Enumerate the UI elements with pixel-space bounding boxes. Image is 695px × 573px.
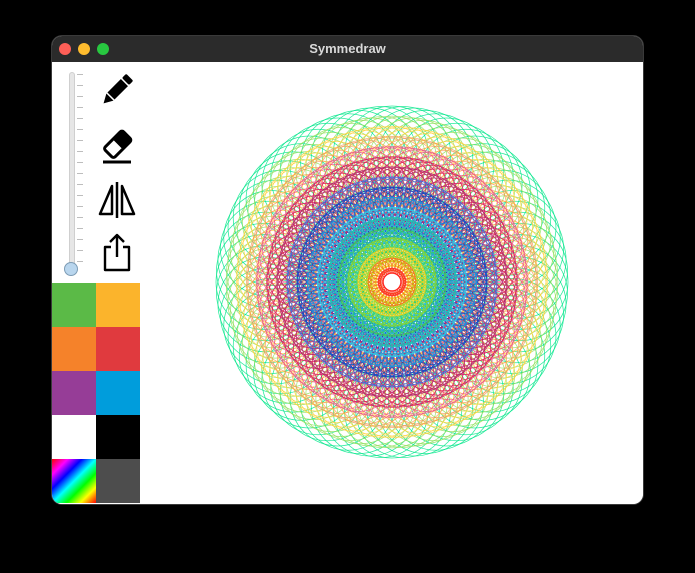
- color-swatch[interactable]: [52, 415, 96, 459]
- color-swatch[interactable]: [96, 459, 140, 503]
- app-window: Symmedraw: [52, 36, 643, 504]
- window-title: Symmedraw: [309, 41, 386, 56]
- color-palette: [52, 283, 140, 504]
- brush-size-slider-thumb[interactable]: [64, 262, 78, 276]
- slider-ticks: [77, 74, 83, 266]
- brush-size-slider[interactable]: [69, 72, 75, 270]
- color-swatch[interactable]: [52, 459, 96, 503]
- color-swatch[interactable]: [52, 371, 96, 415]
- pencil-icon: [103, 74, 133, 104]
- eraser-tool-button[interactable]: [96, 124, 138, 166]
- drawing-canvas[interactable]: [140, 62, 643, 504]
- color-swatch[interactable]: [52, 327, 96, 371]
- eraser-icon: [103, 129, 133, 164]
- color-swatch[interactable]: [52, 283, 96, 327]
- color-swatch[interactable]: [96, 283, 140, 327]
- pencil-tool-button[interactable]: [96, 69, 138, 111]
- color-swatch[interactable]: [96, 415, 140, 459]
- spirograph-drawing: [215, 105, 569, 459]
- share-icon: [103, 233, 131, 272]
- mirror-symmetry-icon: [98, 182, 136, 218]
- title-bar: Symmedraw: [52, 36, 643, 63]
- spiro-center: [382, 272, 402, 292]
- mirror-tool-button[interactable]: [96, 178, 138, 220]
- color-swatch[interactable]: [96, 371, 140, 415]
- color-swatch[interactable]: [96, 327, 140, 371]
- tool-sidebar: [52, 62, 140, 504]
- share-button[interactable]: [96, 231, 138, 273]
